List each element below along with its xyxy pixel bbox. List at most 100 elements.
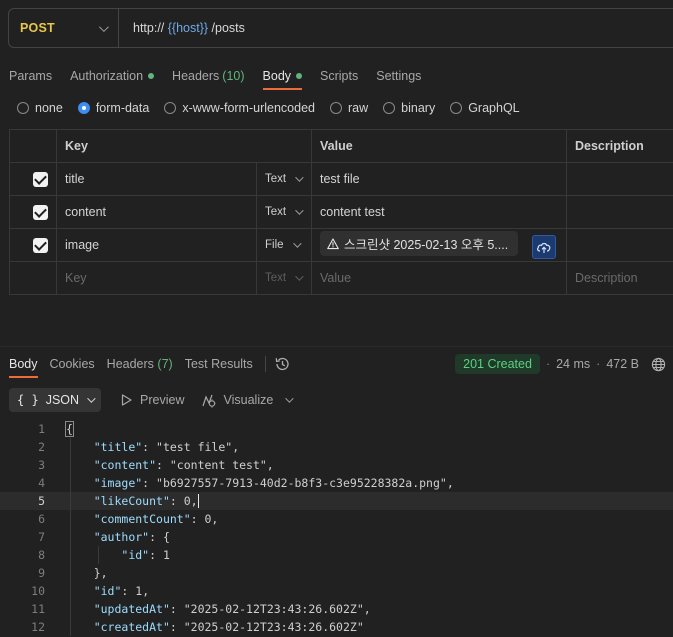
globe-icon[interactable] [651, 357, 666, 372]
body-type-form-data[interactable]: form-data [77, 101, 149, 115]
tab-scripts[interactable]: Scripts [320, 64, 358, 88]
body-type-graphql[interactable]: GraphQL [450, 101, 520, 115]
form-data-table: Key Value Description title Text test fi… [9, 129, 673, 295]
table-row-empty: Key Text Value Description [9, 261, 673, 295]
response-time[interactable]: 24 ms [556, 357, 590, 371]
description-cell[interactable] [566, 162, 673, 196]
status-dot-icon [148, 73, 155, 79]
radio-button[interactable] [450, 102, 463, 114]
url-suffix: /posts [208, 21, 245, 35]
radio-button[interactable] [330, 102, 342, 114]
tab-test-results[interactable]: Test Results [185, 357, 253, 371]
key-cell[interactable]: image [56, 228, 257, 262]
code-line: 12 "createdAt": "2025-02-12T23:43:26.602… [0, 618, 673, 636]
response-size[interactable]: 472 B [606, 357, 639, 371]
code-line: 9 }, [0, 564, 673, 582]
line-number: 3 [38, 458, 45, 472]
code-line: 5 "likeCount": 0, [0, 492, 673, 510]
tab-response-headers[interactable]: Headers (7) [107, 357, 173, 371]
description-cell[interactable] [566, 195, 673, 229]
line-number: 8 [38, 548, 45, 562]
line-number: 1 [38, 422, 45, 436]
body-type-none[interactable]: none [17, 101, 63, 115]
method-label: POST [20, 21, 55, 35]
tab-response-body[interactable]: Body [9, 357, 38, 378]
indent-guide [70, 618, 71, 636]
description-cell[interactable] [566, 228, 673, 262]
type-select[interactable]: Text [265, 206, 304, 218]
chevron-down-icon[interactable] [285, 394, 294, 403]
line-number: 6 [38, 512, 45, 526]
chevron-down-icon [295, 272, 304, 281]
radio-button[interactable] [17, 102, 29, 114]
tab-settings[interactable]: Settings [376, 64, 421, 88]
type-select[interactable]: Text [265, 173, 304, 185]
value-cell[interactable]: content test [311, 195, 567, 229]
value-placeholder[interactable]: Value [311, 261, 567, 295]
description-placeholder[interactable]: Description [566, 261, 673, 295]
line-number: 2 [38, 440, 45, 454]
visualize-button[interactable]: Visualize [201, 393, 273, 408]
table-row: title Text test file [9, 162, 673, 196]
code-text: "commentCount": 0, [93, 512, 219, 526]
key-placeholder[interactable]: Key [56, 261, 257, 295]
line-number: 12 [31, 620, 45, 634]
response-tabs: Body Cookies Headers (7) Test Results 20… [9, 354, 673, 378]
tab-params[interactable]: Params [9, 64, 52, 88]
upload-file-button[interactable] [532, 234, 556, 259]
row-checkbox[interactable] [33, 204, 48, 220]
code-line: 8 "id": 1 [0, 546, 673, 564]
code-text: "id": 1 [121, 548, 170, 562]
tab-cookies[interactable]: Cookies [50, 357, 95, 371]
type-select[interactable]: Text [265, 272, 304, 284]
status-dot-icon [296, 73, 303, 79]
radio-button[interactable] [383, 102, 396, 114]
radio-button[interactable] [77, 102, 90, 114]
request-tabs: Params Authorization Headers (10) Body Script… [9, 64, 439, 90]
code-text: "title": "test file", [93, 440, 240, 454]
code-text: "image": "b6927557-7913-40d2-b8f3-c3e952… [93, 476, 454, 490]
indent-guide [70, 564, 71, 582]
code-text: { [65, 421, 74, 437]
response-divider [0, 346, 673, 347]
code-text: "content": "content test", [93, 458, 274, 472]
code-text: "id": 1, [93, 584, 150, 598]
indent-guide [70, 456, 71, 474]
indent-guide [70, 546, 71, 564]
key-cell[interactable]: content [56, 195, 257, 229]
key-header: Key [56, 129, 312, 163]
body-type-raw[interactable]: raw [330, 101, 368, 115]
code-line: 1{ [0, 420, 673, 438]
history-icon[interactable] [274, 356, 290, 372]
body-type-x-www-form-urlencoded[interactable]: x-www-form-urlencoded [164, 101, 315, 115]
format-select[interactable]: { } JSON [9, 388, 102, 412]
indent-guide [70, 474, 71, 492]
key-cell[interactable]: title [56, 162, 257, 196]
row-checkbox[interactable] [33, 171, 48, 187]
type-select[interactable]: File [265, 239, 303, 251]
code-text: "createdAt": "2025-02-12T23:43:26.602Z" [93, 620, 364, 634]
url-variable[interactable]: {{host}} [168, 21, 208, 35]
status-badge[interactable]: 201 Created [455, 354, 540, 374]
code-line: 11 "updatedAt": "2025-02-12T23:43:26.602… [0, 600, 673, 618]
tab-headers[interactable]: Headers (10) [172, 64, 244, 88]
value-cell[interactable]: test file [311, 162, 567, 196]
file-chip[interactable]: 스크린샷 2025-02-13 오후 5.... [320, 231, 518, 257]
request-bar: POST http:// {{host}} /posts [8, 8, 673, 48]
tab-body[interactable]: Body [262, 64, 303, 90]
radio-button[interactable] [164, 102, 177, 114]
preview-button[interactable]: Preview [121, 393, 185, 407]
tab-authorization[interactable]: Authorization [70, 64, 155, 88]
url-input[interactable]: http:// {{host}} /posts [119, 21, 245, 35]
braces-icon: { } [17, 393, 39, 407]
code-text: }, [66, 566, 108, 580]
response-json-viewer[interactable]: 1{2 "title": "test file", 3 "content": "c… [0, 420, 673, 636]
method-select[interactable]: POST [9, 9, 119, 47]
value-cell: 스크린샷 2025-02-13 오후 5.... [311, 228, 567, 262]
chevron-down-icon [87, 394, 96, 403]
code-text: "author": { [93, 530, 170, 544]
row-checkbox[interactable] [33, 237, 48, 253]
indent-guide [70, 582, 71, 600]
body-type-binary[interactable]: binary [383, 101, 435, 115]
code-line: 4 "image": "b6927557-7913-40d2-b8f3-c3e9… [0, 474, 673, 492]
